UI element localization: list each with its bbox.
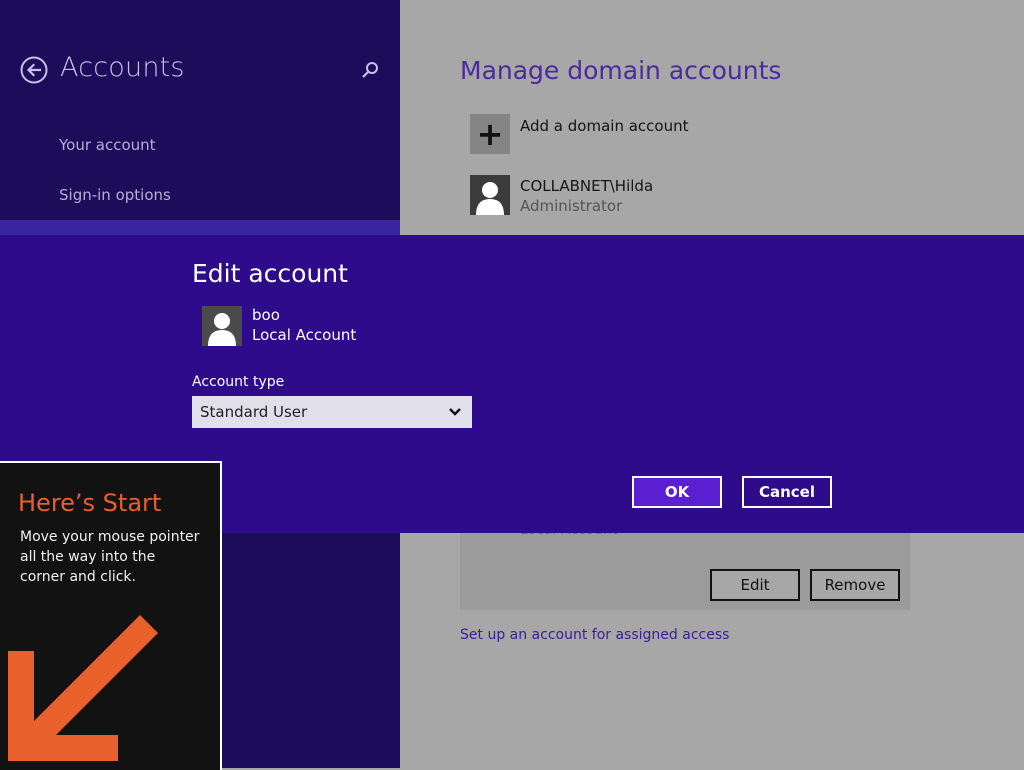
avatar bbox=[202, 306, 242, 346]
section-title: Manage domain accounts bbox=[460, 56, 782, 85]
plus-icon: + bbox=[476, 115, 504, 153]
dialog-user-kind: Local Account bbox=[252, 326, 357, 344]
nav-item-your-account[interactable]: Your account bbox=[59, 136, 156, 154]
pane-title: Accounts bbox=[60, 52, 185, 83]
user-silhouette-icon bbox=[476, 182, 504, 215]
tip-title: Here’s Start bbox=[18, 489, 162, 517]
dialog-user-name: boo bbox=[252, 306, 280, 324]
start-tip-popup[interactable]: Here’s Start Move your mouse pointer all… bbox=[0, 461, 222, 770]
user-silhouette-icon bbox=[208, 313, 236, 346]
account-type-value: Standard User bbox=[200, 403, 308, 421]
remove-button[interactable]: Remove bbox=[810, 569, 900, 601]
dialog-title: Edit account bbox=[192, 259, 348, 288]
edit-button[interactable]: Edit bbox=[710, 569, 800, 601]
tip-body: Move your mouse pointer all the way into… bbox=[20, 529, 200, 585]
account-type-label: Account type bbox=[192, 374, 285, 390]
arrow-down-left-icon bbox=[8, 615, 158, 761]
back-arrow-icon[interactable] bbox=[20, 56, 48, 84]
chevron-down-icon bbox=[449, 408, 461, 416]
cancel-button[interactable]: Cancel bbox=[742, 476, 832, 508]
assigned-access-link[interactable]: Set up an account for assigned access bbox=[460, 627, 729, 643]
search-icon[interactable] bbox=[360, 60, 380, 80]
domain-user-role: Administrator bbox=[520, 197, 623, 215]
add-domain-account-button[interactable]: + bbox=[470, 114, 510, 154]
add-domain-account-label[interactable]: Add a domain account bbox=[520, 117, 688, 135]
account-type-select[interactable]: Standard User bbox=[192, 396, 472, 428]
ok-button[interactable]: OK bbox=[632, 476, 722, 508]
nav-item-selected-highlight[interactable] bbox=[0, 220, 400, 236]
user-avatar[interactable] bbox=[470, 175, 510, 215]
nav-item-sign-in-options[interactable]: Sign-in options bbox=[59, 186, 171, 204]
domain-user-name[interactable]: COLLABNET\Hilda bbox=[520, 177, 653, 195]
